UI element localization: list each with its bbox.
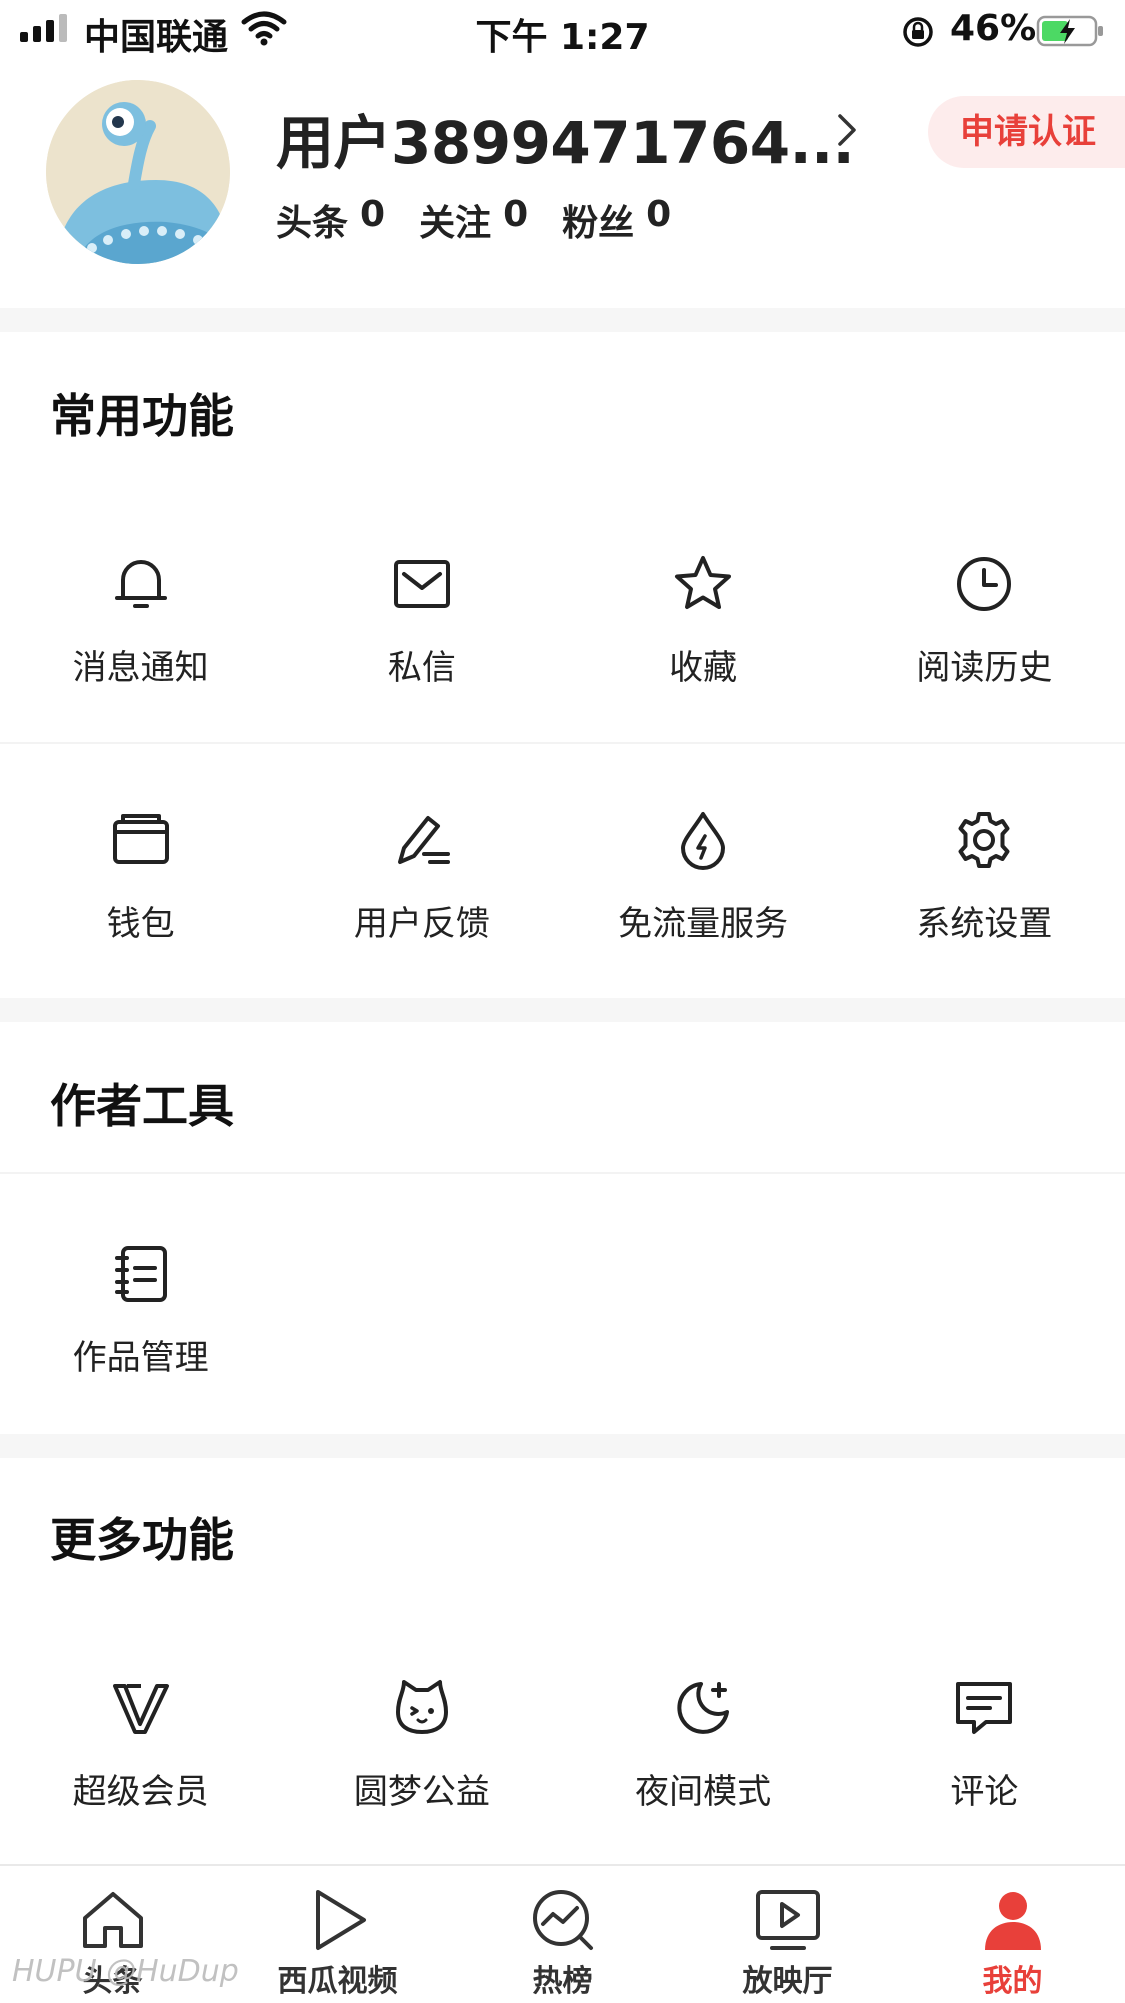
menu-item-charity[interactable]: 圆梦公益 [281, 1672, 562, 1852]
tab-label: 放映厅 [742, 1964, 833, 1999]
menu-item-works-management[interactable]: 作品管理 [0, 1238, 281, 1418]
clock-icon [957, 557, 1012, 611]
menu-item-label: 阅读历史 [916, 648, 1053, 688]
menu-item-label: 夜间模式 [635, 1772, 772, 1812]
chevron-right-icon[interactable] [832, 110, 860, 150]
person-icon [984, 1892, 1041, 1950]
stat-value: 0 [503, 194, 529, 235]
menu-item-label: 圆梦公益 [353, 1772, 490, 1812]
apply-verification-button[interactable]: 申请认证 [928, 96, 1125, 168]
common-row-1: 消息通知 私信 收藏 阅读历史 [0, 548, 1125, 728]
menu-item-label: 消息通知 [72, 648, 209, 688]
tv-icon [755, 1890, 820, 1950]
battery-percent: 46% [950, 8, 1037, 49]
bell-icon [114, 560, 167, 608]
stat-label: 关注 [419, 203, 492, 244]
menu-item-data-free-service[interactable]: 免流量服务 [563, 804, 844, 984]
stat-value: 0 [360, 194, 386, 235]
menu-item-label: 超级会员 [72, 1772, 209, 1812]
more-row: 超级会员 圆梦公益 夜间模式 评论 [0, 1672, 1125, 1852]
section-divider [0, 998, 1125, 1022]
menu-item-reading-history[interactable]: 阅读历史 [844, 548, 1125, 728]
home-icon [82, 1892, 143, 1948]
notebook-icon [114, 1246, 167, 1302]
tab-cinema[interactable]: 放映厅 [675, 1866, 900, 2003]
author-row: 作品管理 [0, 1238, 1125, 1418]
section-title-author: 作者工具 [50, 1079, 234, 1133]
envelope-icon [393, 560, 450, 608]
menu-item-notifications[interactable]: 消息通知 [0, 548, 281, 728]
section-divider [0, 308, 1125, 332]
pen-icon [397, 816, 450, 864]
stat-label: 粉丝 [562, 203, 635, 244]
menu-item-label: 评论 [950, 1772, 1019, 1812]
rotation-lock-icon [903, 17, 933, 47]
menu-item-feedback[interactable]: 用户反馈 [281, 804, 562, 984]
avatar[interactable] [46, 80, 230, 264]
section-title-more: 更多功能 [50, 1513, 234, 1567]
row-divider [0, 742, 1125, 744]
section-title-common: 常用功能 [50, 389, 234, 443]
menu-item-private-message[interactable]: 私信 [281, 548, 562, 728]
watermark: HUPU @HuDup [12, 1954, 239, 1989]
menu-item-label: 用户反馈 [353, 904, 490, 944]
row-divider [0, 1172, 1125, 1174]
menu-item-wallet[interactable]: 钱包 [0, 804, 281, 984]
cat-face-icon [395, 1680, 448, 1734]
stat-label: 头条 [276, 203, 349, 244]
wallet-icon [112, 814, 169, 864]
tab-label: 西瓜视频 [277, 1964, 398, 1999]
stat-posts[interactable]: 头条 0 [276, 194, 385, 246]
menu-item-label: 免流量服务 [618, 904, 789, 944]
menu-item-label: 系统设置 [916, 904, 1053, 944]
menu-item-label: 作品管理 [72, 1338, 209, 1378]
menu-item-night-mode[interactable]: 夜间模式 [563, 1672, 844, 1852]
tab-hot-list[interactable]: 热榜 [450, 1866, 675, 2003]
menu-item-label: 私信 [387, 648, 456, 688]
alien-avatar-icon [46, 80, 230, 264]
comment-icon [956, 1682, 1013, 1734]
battery-charging-icon [1036, 15, 1103, 47]
moon-icon [677, 1682, 730, 1734]
stat-value: 0 [646, 194, 672, 235]
menu-item-label: 钱包 [106, 904, 175, 944]
play-icon [315, 1890, 366, 1950]
menu-item-favorites[interactable]: 收藏 [563, 548, 844, 728]
profile-stats: 头条 0 关注 0 粉丝 0 [276, 194, 671, 246]
status-bar: 中国联通 下午 1:27 46% [0, 0, 1125, 64]
tab-mine[interactable]: 我的 [900, 1866, 1125, 2003]
menu-item-comments[interactable]: 评论 [844, 1672, 1125, 1852]
gear-icon [958, 812, 1010, 868]
stat-followers[interactable]: 粉丝 0 [562, 194, 671, 246]
drop-icon [681, 812, 726, 870]
star-icon [675, 556, 732, 609]
username[interactable]: 用户3899471764... [276, 96, 855, 180]
vip-icon [112, 1684, 169, 1734]
tab-label: 热榜 [532, 1964, 593, 1999]
menu-item-label: 收藏 [669, 648, 738, 688]
section-divider [0, 1434, 1125, 1458]
menu-item-super-vip[interactable]: 超级会员 [0, 1672, 281, 1852]
menu-item-settings[interactable]: 系统设置 [844, 804, 1125, 984]
tab-xigua-video[interactable]: 西瓜视频 [225, 1866, 450, 2003]
common-row-2: 钱包 用户反馈 免流量服务 系统设置 [0, 804, 1125, 984]
trend-icon [532, 1890, 593, 1950]
tab-label: 我的 [982, 1964, 1043, 1999]
stat-following[interactable]: 关注 0 [419, 194, 528, 246]
